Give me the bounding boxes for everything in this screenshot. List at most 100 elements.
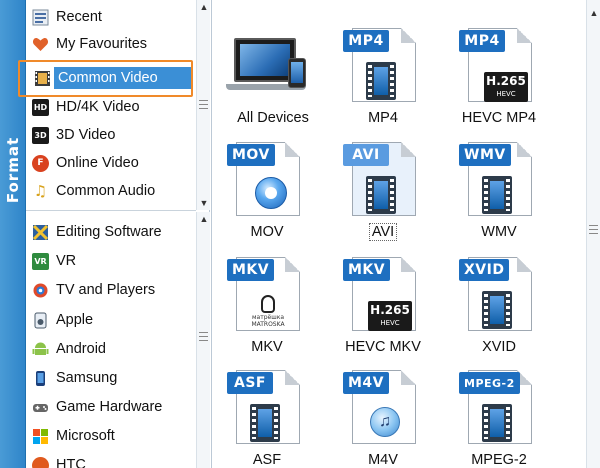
format-label: MKV bbox=[251, 339, 283, 355]
category-microsoft[interactable]: Microsoft bbox=[26, 424, 196, 448]
category-online-video[interactable]: F Online Video bbox=[26, 151, 196, 175]
h265-icon: H.265 HEVC bbox=[484, 72, 528, 102]
windows-icon bbox=[32, 428, 49, 445]
category-my-favourites[interactable]: My Favourites bbox=[26, 32, 196, 56]
category-scrollbar-top[interactable]: ▲ ▼ bbox=[196, 0, 210, 210]
category-game-hardware[interactable]: Game Hardware bbox=[26, 395, 196, 419]
category-label: HD/4K Video bbox=[56, 99, 140, 115]
format-label: MPEG-2 bbox=[471, 452, 527, 468]
format-hevc-mp4[interactable]: MP4 H.265 HEVC HEVC MP4 bbox=[444, 20, 554, 130]
format-label: ASF bbox=[252, 452, 282, 468]
samsung-icon bbox=[32, 370, 49, 387]
category-label: Android bbox=[56, 341, 106, 357]
scroll-up-arrow[interactable]: ▲ bbox=[197, 212, 211, 226]
editing-icon bbox=[32, 224, 49, 241]
category-common-audio[interactable]: ♫ Common Audio bbox=[26, 179, 196, 203]
format-wmv[interactable]: WMV WMV bbox=[444, 134, 554, 244]
film-icon bbox=[482, 291, 512, 329]
film-icon bbox=[366, 176, 396, 214]
format-label: HEVC MP4 bbox=[461, 110, 537, 126]
category-samsung[interactable]: Samsung bbox=[26, 366, 196, 390]
format-hevc-mkv[interactable]: MKV H.265 HEVC HEVC MKV bbox=[328, 249, 438, 359]
format-label: MOV bbox=[250, 224, 284, 240]
category-android[interactable]: Android bbox=[26, 337, 196, 361]
phone-icon bbox=[288, 58, 306, 88]
format-label: HEVC MKV bbox=[345, 339, 421, 355]
category-3d-video[interactable]: 3D 3D Video bbox=[26, 123, 196, 147]
category-label: 3D Video bbox=[56, 127, 116, 143]
format-all-devices[interactable]: All Devices bbox=[218, 20, 328, 130]
online-icon: F bbox=[32, 154, 49, 172]
format-badge: WMV bbox=[459, 144, 511, 166]
format-badge: MP4 bbox=[343, 30, 389, 52]
gamepad-icon bbox=[32, 399, 49, 416]
format-label: All Devices bbox=[237, 110, 309, 126]
scroll-grip[interactable] bbox=[199, 332, 208, 341]
category-label: My Favourites bbox=[56, 36, 148, 52]
category-label: TV and Players bbox=[56, 282, 156, 298]
htc-icon bbox=[32, 456, 49, 468]
heart-icon bbox=[32, 36, 49, 53]
category-label: Samsung bbox=[56, 370, 118, 386]
format-mpeg-2[interactable]: MPEG-2 MPEG-2 bbox=[444, 362, 554, 468]
hevc-text: HEVC bbox=[496, 90, 516, 98]
format-badge: MKV bbox=[343, 259, 391, 281]
recent-icon bbox=[32, 9, 49, 26]
category-scrollbar-bottom[interactable]: ▲ bbox=[196, 212, 210, 468]
category-label: HTC bbox=[56, 457, 86, 468]
category-label: Editing Software bbox=[56, 224, 162, 240]
android-icon bbox=[32, 341, 49, 358]
3d-icon: 3D bbox=[32, 126, 49, 144]
category-editing-software[interactable]: Editing Software bbox=[26, 220, 196, 244]
matroska-text-latin: MATROSKA bbox=[251, 321, 285, 328]
category-recent[interactable]: Recent bbox=[26, 5, 196, 29]
category-tv-and-players[interactable]: TV and Players bbox=[26, 278, 196, 302]
doc-fold bbox=[285, 257, 300, 272]
highlight-frame bbox=[18, 60, 193, 97]
doc-fold bbox=[517, 28, 532, 43]
music-note-icon: ♫ bbox=[370, 407, 400, 437]
doc-fold bbox=[401, 257, 416, 272]
hd-icon: HD bbox=[32, 98, 49, 116]
category-htc[interactable]: HTC bbox=[26, 453, 196, 468]
format-m4v[interactable]: M4V ♫ M4V bbox=[328, 362, 438, 468]
scroll-grip[interactable] bbox=[589, 225, 598, 234]
format-mkv[interactable]: MKV матрёшка MATROSKA MKV bbox=[212, 249, 322, 359]
format-badge: MPEG-2 bbox=[459, 372, 520, 394]
doc-fold bbox=[401, 142, 416, 157]
matroska-doll bbox=[261, 295, 275, 313]
format-label: MP4 bbox=[368, 110, 398, 126]
format-mov[interactable]: MOV MOV bbox=[212, 134, 322, 244]
format-badge: MOV bbox=[227, 144, 275, 166]
category-label: Online Video bbox=[56, 155, 139, 171]
h265-icon: H.265 HEVC bbox=[368, 301, 412, 331]
quicktime-icon bbox=[255, 177, 287, 209]
category-vr[interactable]: VR VR bbox=[26, 249, 196, 273]
category-hd-4k-video[interactable]: HD HD/4K Video bbox=[26, 95, 196, 119]
format-grid-scrollbar[interactable]: ▲ bbox=[586, 0, 600, 468]
format-label: XVID bbox=[482, 339, 516, 355]
format-badge: AVI bbox=[343, 144, 389, 166]
category-label: Game Hardware bbox=[56, 399, 163, 415]
format-label: WMV bbox=[481, 224, 517, 240]
category-label: Apple bbox=[56, 312, 94, 328]
category-apple[interactable]: Apple bbox=[26, 308, 196, 332]
scroll-grip[interactable] bbox=[199, 100, 208, 109]
format-avi[interactable]: AVI AVI bbox=[328, 134, 438, 244]
h265-text: H.265 bbox=[370, 303, 410, 317]
format-mp4[interactable]: MP4 MP4 bbox=[328, 20, 438, 130]
tv-icon bbox=[32, 282, 49, 299]
format-badge: ASF bbox=[227, 372, 273, 394]
format-asf[interactable]: ASF ASF bbox=[212, 362, 322, 468]
film-icon bbox=[366, 62, 396, 100]
vr-icon: VR bbox=[32, 252, 49, 270]
scroll-up-arrow[interactable]: ▲ bbox=[197, 0, 211, 14]
format-label: M4V bbox=[368, 452, 398, 468]
format-xvid[interactable]: XVID XVID bbox=[444, 249, 554, 359]
scroll-up-arrow[interactable]: ▲ bbox=[587, 6, 600, 20]
music-note-icon: ♫ bbox=[33, 182, 48, 200]
doc-fold bbox=[517, 257, 532, 272]
film-icon bbox=[250, 404, 280, 442]
film-icon bbox=[482, 176, 512, 214]
scroll-down-arrow[interactable]: ▼ bbox=[197, 196, 211, 210]
